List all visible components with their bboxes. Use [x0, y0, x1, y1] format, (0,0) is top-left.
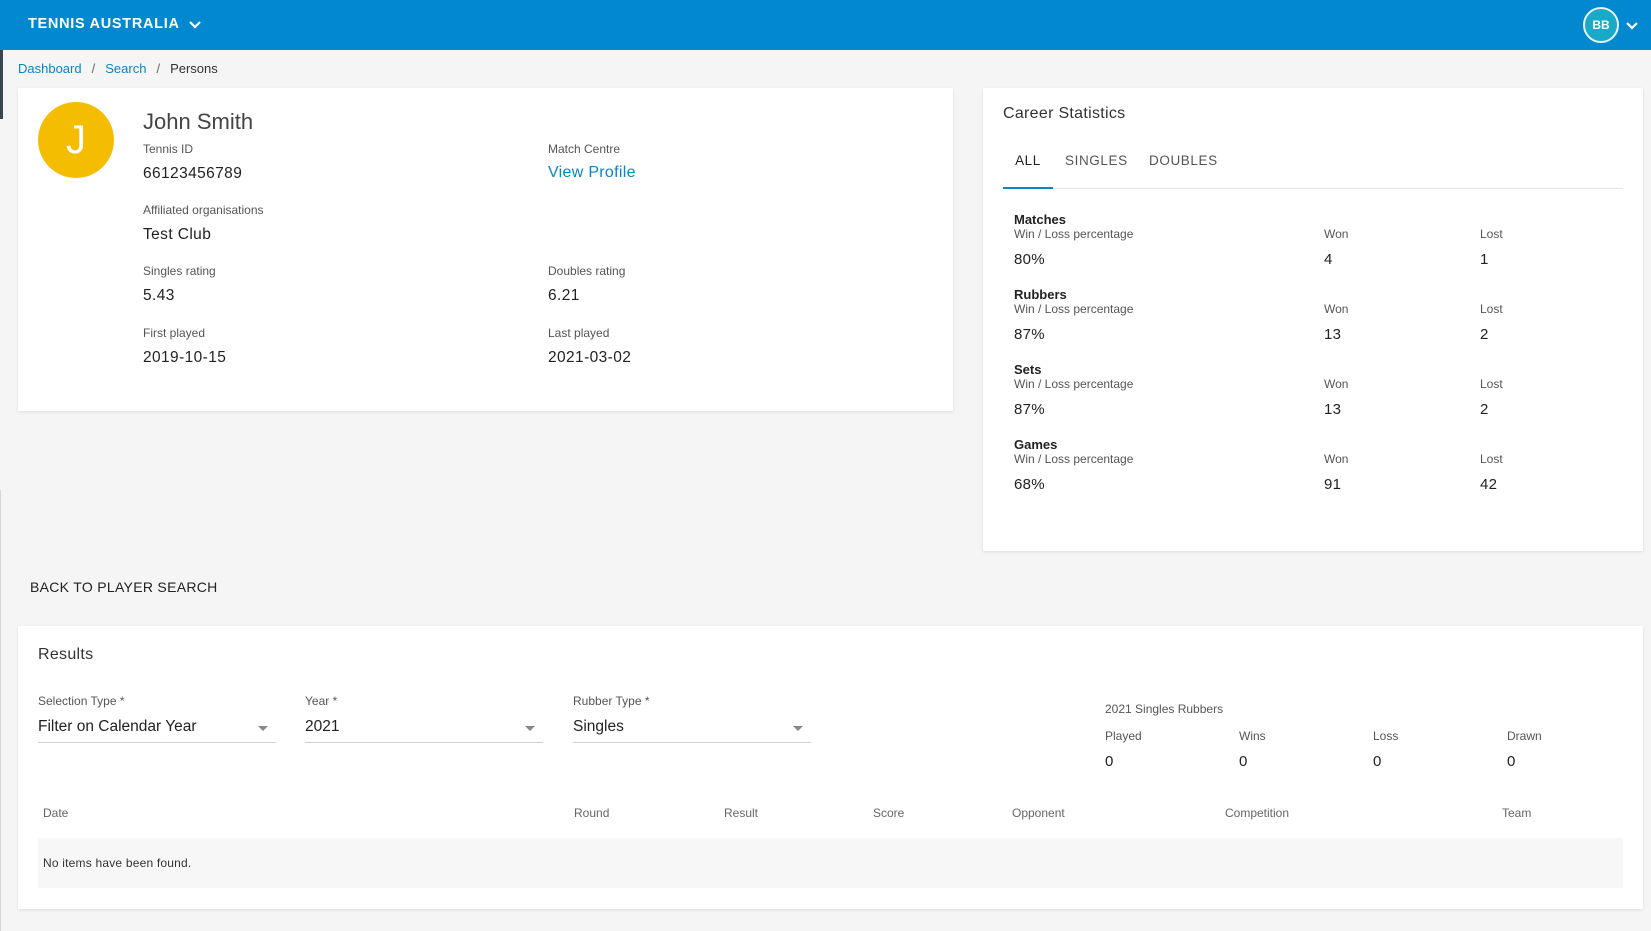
user-menu-chevron-icon[interactable] [1624, 17, 1640, 33]
selection-type-select[interactable]: Filter on Calendar Year [38, 715, 276, 743]
career-statistics-title: Career Statistics [1003, 105, 1126, 122]
column-header-round[interactable]: Round [574, 806, 609, 820]
first-played-value: 2019-10-15 [143, 349, 227, 366]
empty-results-message: No items have been found. [43, 856, 192, 870]
singles-rating-value: 5.43 [143, 287, 175, 304]
wins-value: 0 [1239, 753, 1248, 770]
profile-card: J John Smith Tennis ID 66123456789 Match… [18, 88, 953, 411]
doubles-rating-label: Doubles rating [548, 264, 626, 278]
tennis-id-value: 66123456789 [143, 165, 243, 182]
tab-singles[interactable]: SINGLES [1065, 153, 1128, 189]
stat-pct-label: Win / Loss percentage [1014, 302, 1134, 316]
column-header-competition[interactable]: Competition [1225, 806, 1289, 820]
wins-label: Wins [1239, 729, 1266, 743]
singles-rating-label: Singles rating [143, 264, 216, 278]
year-select[interactable]: 2021 [305, 715, 543, 743]
chevron-down-icon [188, 21, 201, 29]
selection-type-label: Selection Type * [38, 694, 125, 708]
stat-pct-value: 80% [1014, 251, 1045, 268]
top-app-bar: TENNIS AUSTRALIA BB [0, 0, 1651, 50]
stat-won-value: 13 [1324, 401, 1342, 418]
stat-pct-label: Win / Loss percentage [1014, 377, 1134, 391]
stat-pct-label: Win / Loss percentage [1014, 452, 1134, 466]
stat-name: Sets [1014, 362, 1042, 377]
column-header-opponent[interactable]: Opponent [1012, 806, 1065, 820]
stat-lost-label: Lost [1480, 377, 1503, 391]
stat-pct-value: 87% [1014, 326, 1045, 343]
last-played-label: Last played [548, 326, 610, 340]
breadcrumb: Dashboard / Search / Persons [18, 61, 218, 76]
affiliated-value: Test Club [143, 226, 212, 243]
drawn-value: 0 [1507, 753, 1516, 770]
view-profile-link[interactable]: View Profile [548, 164, 636, 182]
stat-pct-label: Win / Loss percentage [1014, 227, 1134, 241]
left-edge-divider [0, 490, 1, 931]
stat-lost-value: 1 [1480, 251, 1489, 268]
results-card: Results Selection Type * Filter on Calen… [18, 626, 1643, 909]
affiliated-label: Affiliated organisations [143, 203, 264, 217]
last-played-value: 2021-03-02 [548, 349, 632, 366]
stat-name: Matches [1014, 212, 1067, 227]
left-edge-bar [0, 50, 3, 119]
career-tabs: ALL SINGLES DOUBLES [1003, 153, 1623, 189]
dropdown-caret-icon [525, 726, 535, 731]
dropdown-caret-icon [258, 726, 268, 731]
stat-won-value: 91 [1324, 476, 1342, 493]
breadcrumb-search[interactable]: Search [105, 61, 146, 76]
first-played-label: First played [143, 326, 206, 340]
stat-lost-value: 42 [1480, 476, 1498, 493]
dropdown-caret-icon [793, 726, 803, 731]
user-avatar[interactable]: BB [1583, 7, 1619, 43]
doubles-rating-value: 6.21 [548, 287, 580, 304]
org-name: TENNIS AUSTRALIA [28, 16, 180, 32]
stat-lost-label: Lost [1480, 452, 1503, 466]
profile-avatar: J [38, 102, 114, 178]
stat-won-value: 13 [1324, 326, 1342, 343]
column-header-date[interactable]: Date [43, 806, 68, 820]
stat-won-label: Won [1324, 227, 1349, 241]
stat-won-value: 4 [1324, 251, 1333, 268]
column-header-team[interactable]: Team [1502, 806, 1531, 820]
loss-value: 0 [1373, 753, 1382, 770]
stat-won-label: Won [1324, 302, 1349, 316]
tab-all[interactable]: ALL [1003, 153, 1053, 189]
stat-pct-value: 68% [1014, 476, 1045, 493]
rubber-type-label: Rubber Type * [573, 694, 650, 708]
summary-title: 2021 Singles Rubbers [1105, 702, 1224, 716]
tab-doubles[interactable]: DOUBLES [1149, 153, 1218, 189]
tennis-id-label: Tennis ID [143, 142, 194, 156]
stat-won-label: Won [1324, 377, 1349, 391]
stat-lost-value: 2 [1480, 326, 1489, 343]
match-centre-label: Match Centre [548, 142, 621, 156]
stat-name: Rubbers [1014, 287, 1067, 302]
breadcrumb-current: Persons [170, 61, 218, 76]
stat-pct-value: 87% [1014, 401, 1045, 418]
stat-name: Games [1014, 437, 1058, 452]
drawn-label: Drawn [1507, 729, 1542, 743]
results-title: Results [38, 646, 94, 663]
empty-results-row: No items have been found. [38, 838, 1623, 888]
column-header-result[interactable]: Result [724, 806, 758, 820]
rubber-type-select[interactable]: Singles [573, 715, 811, 743]
year-value: 2021 [305, 718, 340, 735]
person-name: John Smith [143, 109, 254, 134]
stat-won-label: Won [1324, 452, 1349, 466]
career-statistics-card: Career Statistics ALL SINGLES DOUBLES Ma… [983, 88, 1643, 551]
breadcrumb-separator: / [91, 61, 96, 76]
back-to-player-search-button[interactable]: BACK TO PLAYER SEARCH [30, 579, 218, 595]
played-label: Played [1105, 729, 1142, 743]
loss-label: Loss [1373, 729, 1399, 743]
stat-lost-label: Lost [1480, 227, 1503, 241]
column-header-score[interactable]: Score [873, 806, 904, 820]
breadcrumb-separator: / [156, 61, 161, 76]
stat-lost-label: Lost [1480, 302, 1503, 316]
rubber-type-value: Singles [573, 718, 624, 735]
played-value: 0 [1105, 753, 1114, 770]
org-switcher[interactable]: TENNIS AUSTRALIA [28, 16, 202, 32]
stat-lost-value: 2 [1480, 401, 1489, 418]
year-label: Year * [305, 694, 338, 708]
breadcrumb-dashboard[interactable]: Dashboard [18, 61, 82, 76]
selection-type-value: Filter on Calendar Year [38, 718, 197, 735]
